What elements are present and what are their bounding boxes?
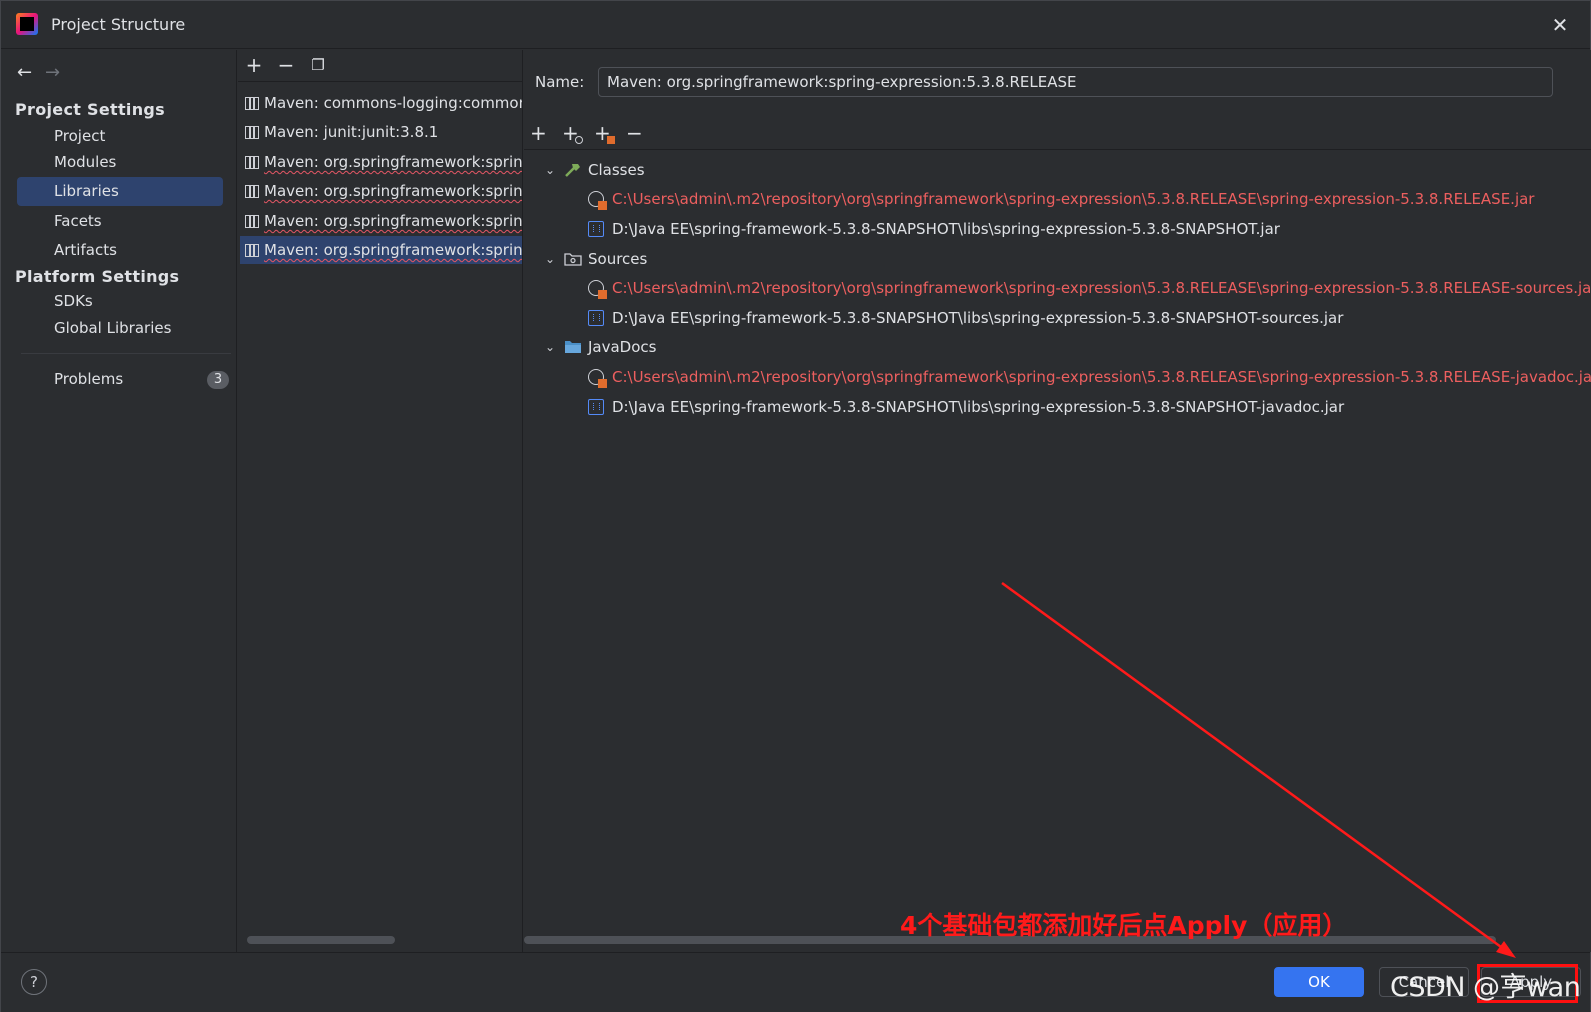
chevron-down-icon[interactable]: ⌄ [543,156,557,184]
watermark: CSDN @亨wan [1390,972,1581,1003]
nav-item-global-libraries[interactable]: Global Libraries [17,314,223,343]
library-row[interactable]: Maven: org.springframework:spring-beans [240,148,523,176]
nav-item-problems[interactable]: Problems 3 [17,365,229,394]
library-detail-panel: Name: + + + − ⌄ Classes C:\Users\admin\.… [524,50,1591,952]
library-icon [245,185,259,198]
path-row[interactable]: D:\Java EE\spring-framework-5.3.8-SNAPSH… [524,304,1591,332]
copy-icon[interactable]: ❐ [307,54,329,76]
library-label: Maven: org.springframework:spring-core [264,212,523,230]
project-settings-header: Project Settings [15,100,165,119]
add-root-icon[interactable]: + [530,122,547,144]
arrow-left-icon[interactable]: ← [17,62,45,83]
library-icon [245,215,259,228]
nav-divider [21,353,231,354]
library-icon [245,126,259,139]
path-row[interactable]: D:\Java EE\spring-framework-5.3.8-SNAPSH… [524,215,1591,243]
path-row[interactable]: C:\Users\admin\.m2\repository\org\spring… [524,274,1591,302]
platform-settings-header: Platform Settings [15,267,180,286]
add-url-icon[interactable]: + [562,122,583,144]
category-row-sources[interactable]: ⌄ Sources [524,245,1591,273]
library-row[interactable]: Maven: org.springframework:spring-core [240,207,523,235]
nav-item-label: Project [54,127,106,145]
library-row[interactable]: Maven: org.springframework:spring-contex… [240,177,523,205]
roots-toolbar: + + + − [524,118,1591,150]
libraries-list-panel: + − ❐ Maven: commons-logging:commons-log… [238,50,523,952]
add-maven-icon[interactable]: + [594,122,615,144]
library-icon [245,97,259,110]
library-name-input[interactable] [598,67,1553,97]
chevron-down-icon[interactable]: ⌄ [543,333,557,361]
nav-item-label: Global Libraries [54,319,172,337]
globe-icon [588,280,607,299]
close-icon[interactable]: ✕ [1548,13,1572,37]
remove-root-icon[interactable]: − [626,122,643,144]
nav-item-artifacts[interactable]: Artifacts [17,236,223,265]
category-label: JavaDocs [588,338,657,356]
library-icon [245,244,259,257]
annotation-text: 4个基础包都添加好后点Apply（应用） [900,911,1348,940]
settings-nav: ← → Project Settings Project Modules Libr… [1,50,237,952]
nav-arrows: ← → [17,62,73,83]
nav-item-sdks[interactable]: SDKs [17,287,223,316]
path-text: D:\Java EE\spring-framework-5.3.8-SNAPSH… [612,398,1345,416]
problems-count-badge: 3 [207,371,229,389]
javadoc-folder-icon [565,341,581,353]
sources-folder-icon [564,253,582,266]
nav-item-facets[interactable]: Facets [17,207,223,236]
library-label: Maven: junit:junit:3.8.1 [264,123,439,141]
horizontal-scrollbar[interactable] [247,936,395,944]
path-row[interactable]: D:\Java EE\spring-framework-5.3.8-SNAPSH… [524,393,1591,421]
ok-button[interactable]: OK [1274,967,1364,997]
dialog-button-bar: ? OK Cancel Apply [1,952,1590,1012]
jar-file-icon [588,221,604,237]
nav-item-label: SDKs [54,292,93,310]
path-text: C:\Users\admin\.m2\repository\org\spring… [612,368,1591,386]
library-label: Maven: org.springframework:spring-contex… [264,182,523,200]
globe-icon [588,191,607,210]
window-title: Project Structure [51,15,186,34]
library-row-selected[interactable]: Maven: org.springframework:spring-expres… [240,236,523,264]
library-row[interactable]: Maven: junit:junit:3.8.1 [240,118,522,146]
add-icon[interactable]: + [243,54,265,76]
nav-item-libraries[interactable]: Libraries [17,177,223,206]
remove-icon[interactable]: − [275,54,297,76]
help-button[interactable]: ? [21,969,47,995]
path-text: D:\Java EE\spring-framework-5.3.8-SNAPSH… [612,220,1280,238]
nav-item-label: Libraries [54,182,119,200]
path-row[interactable]: C:\Users\admin\.m2\repository\org\spring… [524,363,1591,391]
nav-item-project[interactable]: Project [17,122,223,151]
library-row[interactable]: Maven: commons-logging:commons-logging:1… [240,89,522,117]
intellij-logo-icon [16,13,38,35]
category-row-classes[interactable]: ⌄ Classes [524,156,1591,184]
category-label: Sources [588,250,648,268]
name-label: Name: [535,73,585,91]
title-bar: Project Structure ✕ [1,1,1590,49]
nav-item-modules[interactable]: Modules [17,148,223,177]
globe-icon [588,369,607,388]
path-text: D:\Java EE\spring-framework-5.3.8-SNAPSH… [612,309,1344,327]
libraries-toolbar: + − ❐ [238,50,522,82]
hammer-icon [565,164,580,177]
category-label: Classes [588,161,645,179]
path-row[interactable]: C:\Users\admin\.m2\repository\org\spring… [524,185,1591,213]
project-structure-dialog: Project Structure ✕ ← → Project Settings … [0,0,1591,1012]
chevron-down-icon[interactable]: ⌄ [543,245,557,273]
library-label: Maven: org.springframework:spring-expres… [264,241,523,259]
jar-file-icon [588,310,604,326]
nav-item-label: Facets [54,212,102,230]
nav-item-label: Modules [54,153,117,171]
library-icon [245,156,259,169]
path-text: C:\Users\admin\.m2\repository\org\spring… [612,279,1591,297]
arrow-right-icon[interactable]: → [45,62,73,83]
category-row-javadocs[interactable]: ⌄ JavaDocs [524,333,1591,361]
nav-item-label: Problems [54,370,124,388]
library-label: Maven: org.springframework:spring-beans [264,153,523,171]
library-label: Maven: commons-logging:commons-logging:1… [264,94,522,112]
nav-item-label: Artifacts [54,241,117,259]
jar-file-icon [588,399,604,415]
path-text: C:\Users\admin\.m2\repository\org\spring… [612,190,1535,208]
